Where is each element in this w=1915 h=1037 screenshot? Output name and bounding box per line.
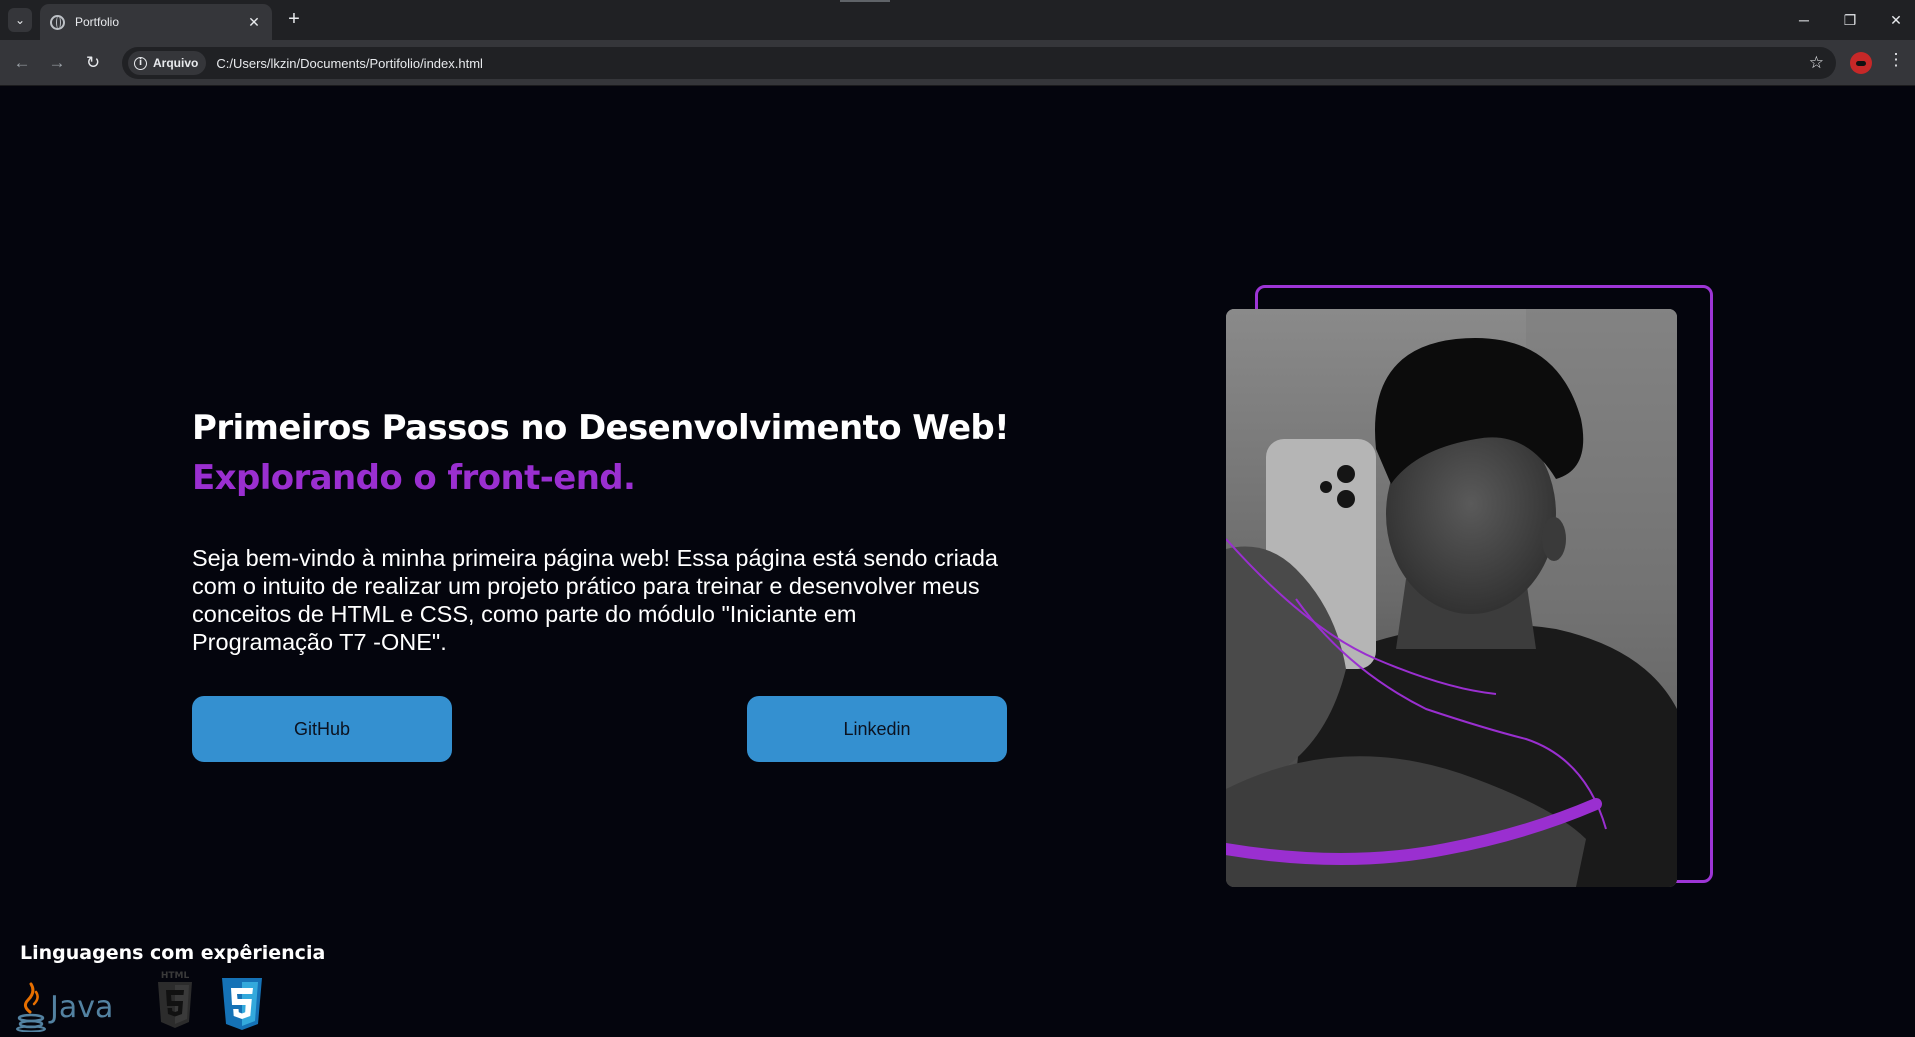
browser-tab-bar: ⌄ Portfolio ✕ + ─ ❐ ✕ xyxy=(0,0,1915,40)
css3-icon xyxy=(222,978,262,1030)
hero-title: Primeiros Passos no Desenvolvimento Web! xyxy=(192,408,1010,448)
html5-logo: HTML xyxy=(156,971,194,1028)
minimize-icon[interactable]: ─ xyxy=(1781,0,1827,40)
browser-toolbar: ← → ↻ i Arquivo C:/Users/lkzin/Documents… xyxy=(0,40,1915,86)
tab-title: Portfolio xyxy=(75,15,120,29)
java-label: Java xyxy=(50,989,114,1025)
reload-icon[interactable]: ↻ xyxy=(80,50,106,76)
java-icon xyxy=(16,982,46,1032)
profile-photo xyxy=(1226,309,1677,887)
tab-search-button[interactable]: ⌄ xyxy=(8,8,32,32)
profile-avatar[interactable] xyxy=(1850,52,1872,74)
close-window-icon[interactable]: ✕ xyxy=(1873,0,1915,40)
address-bar[interactable]: i Arquivo C:/Users/lkzin/Documents/Porti… xyxy=(122,47,1836,79)
globe-icon xyxy=(50,14,65,30)
github-button[interactable]: GitHub xyxy=(192,696,452,762)
site-info-chip[interactable]: i Arquivo xyxy=(128,51,207,75)
java-logo: Java xyxy=(16,979,113,1035)
html5-icon: HTML xyxy=(158,971,192,1028)
info-icon: i xyxy=(134,56,147,70)
html-label: HTML xyxy=(161,971,190,981)
bookmark-star-icon[interactable]: ☆ xyxy=(1809,53,1824,73)
browser-tab[interactable]: Portfolio ✕ xyxy=(40,4,272,40)
forward-arrow-icon[interactable]: → xyxy=(44,50,70,76)
close-tab-icon[interactable]: ✕ xyxy=(246,14,262,31)
window-drag-handle xyxy=(840,0,890,2)
hero-description: Seja bem-vindo à minha primeira página w… xyxy=(192,545,998,655)
css3-logo xyxy=(220,976,264,1032)
page-content: Primeiros Passos no Desenvolvimento Web!… xyxy=(0,86,1915,1037)
back-arrow-icon[interactable]: ← xyxy=(9,50,35,76)
url-text[interactable]: C:/Users/lkzin/Documents/Portifolio/inde… xyxy=(216,56,1808,71)
hero-subtitle: Explorando o front-end. xyxy=(192,458,636,498)
restore-icon[interactable]: ❐ xyxy=(1827,0,1873,40)
new-tab-button[interactable]: + xyxy=(282,8,306,32)
site-info-label: Arquivo xyxy=(153,56,199,70)
linkedin-button[interactable]: Linkedin xyxy=(747,696,1007,762)
menu-kebab-icon[interactable]: ⋮ xyxy=(1886,50,1906,76)
skills-title: Linguagens com expêriencia xyxy=(20,942,326,964)
